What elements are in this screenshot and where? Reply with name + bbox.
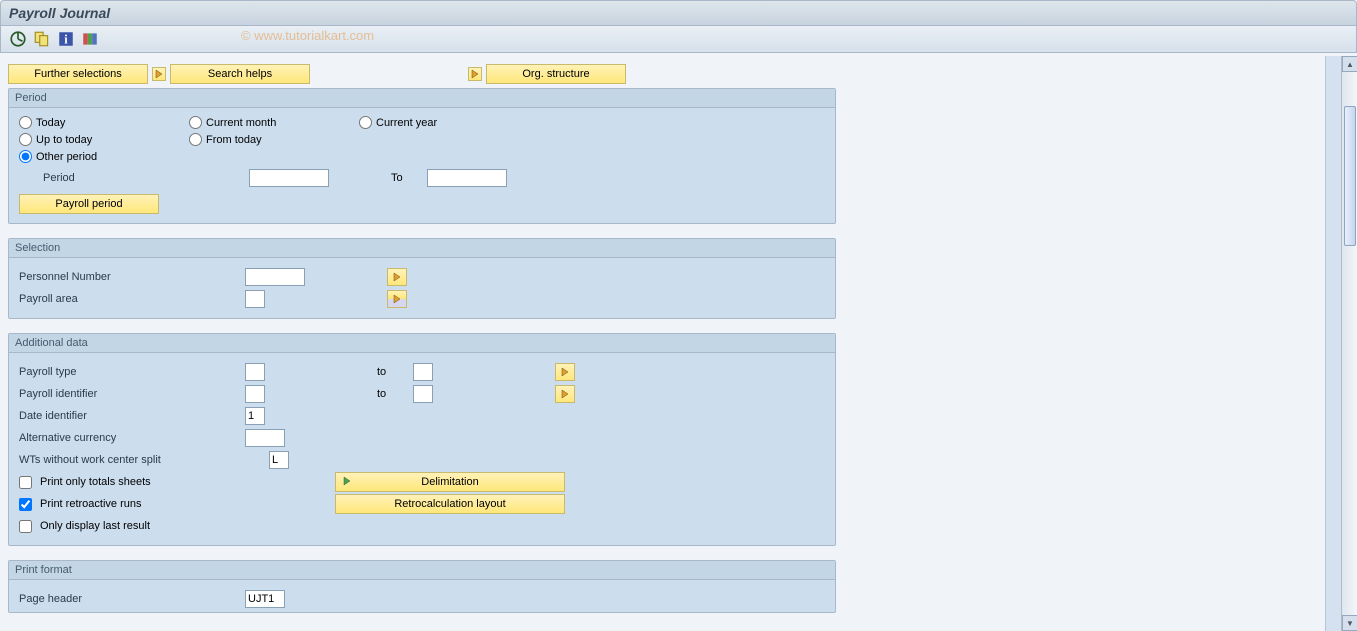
page-header-label: Page header — [19, 593, 239, 605]
search-helps-label: Search helps — [208, 68, 272, 80]
radio-currmonth-label: Current month — [206, 117, 276, 129]
title-text: Payroll Journal — [9, 5, 110, 21]
layout-icon[interactable] — [81, 30, 99, 48]
print-totals-checkbox[interactable]: Print only totals sheets — [19, 476, 329, 489]
only-display-last-label: Only display last result — [40, 520, 150, 532]
print-format-group: Print format Page header — [8, 560, 836, 613]
date-identifier-input[interactable] — [245, 407, 265, 425]
radio-up-to-today[interactable]: Up to today — [19, 133, 189, 146]
payroll-type-label: Payroll type — [19, 366, 239, 378]
scroll-thumb[interactable] — [1344, 106, 1356, 246]
scroll-down-button[interactable]: ▼ — [1342, 615, 1357, 631]
radio-other-label: Other period — [36, 151, 97, 163]
print-retro-label: Print retroactive runs — [40, 498, 141, 510]
radio-fromtoday-label: From today — [206, 134, 262, 146]
payroll-period-label: Payroll period — [55, 198, 122, 210]
further-selections-button[interactable]: Further selections — [8, 64, 148, 84]
multiple-selection-active-button[interactable] — [387, 290, 407, 308]
svg-text:i: i — [64, 33, 68, 47]
payroll-area-label: Payroll area — [19, 293, 239, 305]
to-label-2: to — [377, 388, 407, 400]
payroll-identifier-to-input[interactable] — [413, 385, 433, 403]
multiple-selection-button[interactable] — [555, 385, 575, 403]
page-header-input[interactable] — [245, 590, 285, 608]
payroll-identifier-label: Payroll identifier — [19, 388, 239, 400]
radio-uptotoday-label: Up to today — [36, 134, 92, 146]
period-legend: Period — [9, 89, 835, 108]
payroll-type-to-input[interactable] — [413, 363, 433, 381]
print-format-legend: Print format — [9, 561, 835, 580]
info-icon[interactable]: i — [57, 30, 75, 48]
search-helps-button[interactable]: Search helps — [170, 64, 310, 84]
arrow-right-icon — [342, 476, 352, 489]
radio-today[interactable]: Today — [19, 116, 189, 129]
selection-legend: Selection — [9, 239, 835, 258]
right-gutter — [1325, 56, 1341, 631]
scroll-up-button[interactable]: ▲ — [1342, 56, 1357, 72]
further-selections-label: Further selections — [34, 68, 121, 80]
vertical-scrollbar[interactable]: ▲ ▼ — [1341, 56, 1357, 631]
alternative-currency-label: Alternative currency — [19, 432, 239, 444]
personnel-label: Personnel Number — [19, 271, 239, 283]
date-identifier-label: Date identifier — [19, 410, 239, 422]
to-label-1: to — [377, 366, 407, 378]
wts-label: WTs without work center split — [19, 454, 263, 466]
variant-icon[interactable] — [33, 30, 51, 48]
print-totals-label: Print only totals sheets — [40, 476, 151, 488]
additional-data-group: Additional data Payroll type to Payroll … — [8, 333, 836, 546]
alternative-currency-input[interactable] — [245, 429, 285, 447]
radio-from-today[interactable]: From today — [189, 133, 359, 146]
payroll-type-from-input[interactable] — [245, 363, 265, 381]
top-button-row: Further selections Search helps Org. str… — [8, 64, 1333, 84]
multiple-selection-button[interactable] — [555, 363, 575, 381]
content-area: Further selections Search helps Org. str… — [0, 56, 1341, 631]
payroll-period-button[interactable]: Payroll period — [19, 194, 159, 214]
radio-current-year[interactable]: Current year — [359, 116, 529, 129]
retrocalculation-label: Retrocalculation layout — [394, 498, 505, 510]
period-to-label: To — [391, 172, 421, 184]
multiple-selection-button[interactable] — [387, 268, 407, 286]
toolbar: i © www.tutorialkart.com — [0, 26, 1357, 53]
print-retro-checkbox[interactable]: Print retroactive runs — [19, 498, 329, 511]
radio-today-label: Today — [36, 117, 65, 129]
retrocalculation-layout-button[interactable]: Retrocalculation layout — [335, 494, 565, 514]
execute-icon[interactable] — [9, 30, 27, 48]
period-from-input[interactable] — [249, 169, 329, 187]
period-group: Period Today Up to today Other period Cu… — [8, 88, 836, 224]
personnel-number-input[interactable] — [245, 268, 305, 286]
only-display-last-checkbox[interactable]: Only display last result — [19, 520, 150, 533]
arrow-right-icon[interactable] — [152, 67, 166, 81]
selection-group: Selection Personnel Number Payroll area — [8, 238, 836, 319]
delimitation-button[interactable]: Delimitation — [335, 472, 565, 492]
radio-current-month[interactable]: Current month — [189, 116, 359, 129]
delimitation-label: Delimitation — [421, 476, 478, 488]
watermark: © www.tutorialkart.com — [241, 28, 374, 43]
payroll-area-input[interactable] — [245, 290, 265, 308]
wts-input[interactable] — [269, 451, 289, 469]
radio-other-period[interactable]: Other period — [19, 150, 189, 163]
period-to-input[interactable] — [427, 169, 507, 187]
additional-legend: Additional data — [9, 334, 835, 353]
payroll-identifier-from-input[interactable] — [245, 385, 265, 403]
window-title: Payroll Journal — [0, 0, 1357, 26]
period-field-label: Period — [43, 172, 243, 184]
arrow-right-icon[interactable] — [468, 67, 482, 81]
org-structure-label: Org. structure — [522, 68, 589, 80]
org-structure-button[interactable]: Org. structure — [486, 64, 626, 84]
radio-curryear-label: Current year — [376, 117, 437, 129]
